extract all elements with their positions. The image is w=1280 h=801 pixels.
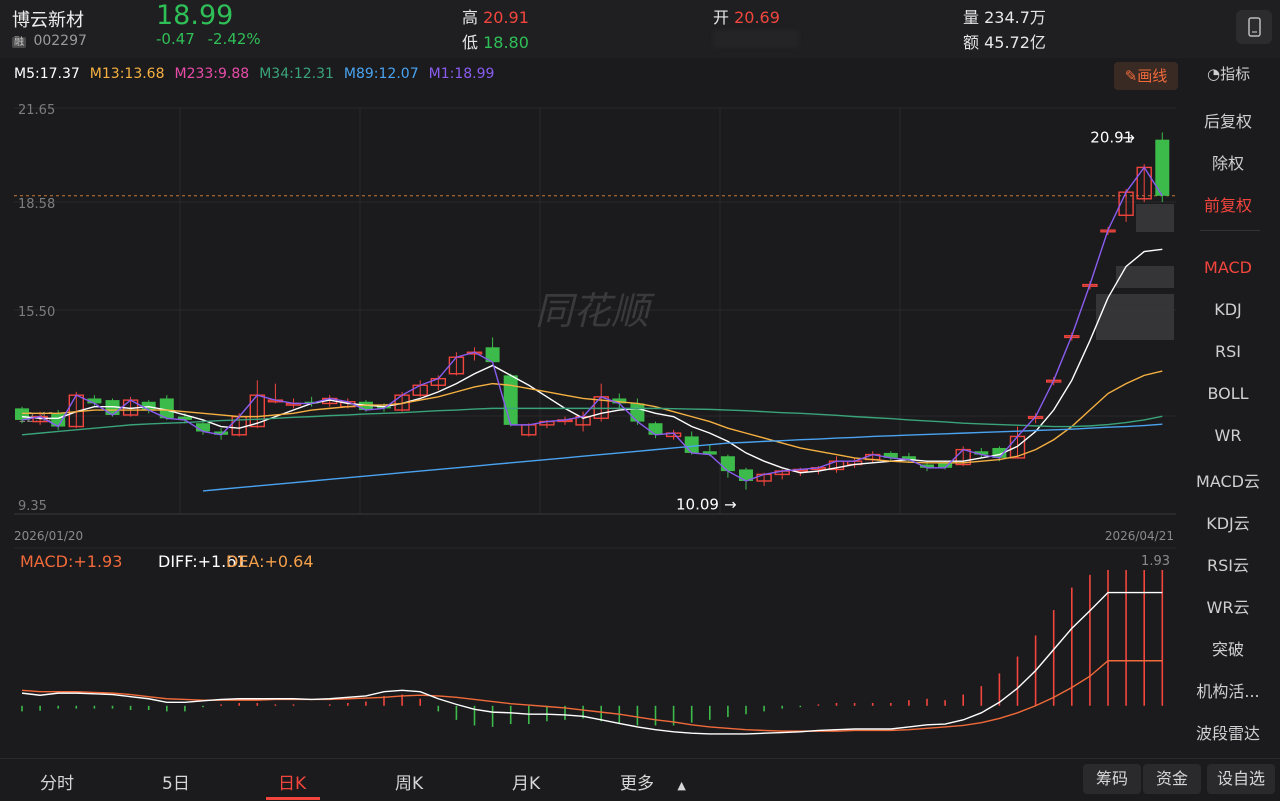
sidebar-item-8[interactable]: MACD云 [1188,468,1268,492]
amount-label: 额 [963,33,980,52]
candle-body [141,401,156,411]
overlay-box [1096,294,1174,340]
price-change: -0.47 -2.42% [156,30,261,48]
tab-daily-k[interactable]: 日K [278,769,306,794]
sidebar-item-1[interactable]: 除权 [1188,150,1268,174]
high-label: 高 [462,8,479,27]
margin-tag: 融 [12,37,26,48]
gauge-icon: ◔ [1207,65,1221,83]
dea-label: DEA:+0.64 [226,552,314,571]
sidebar-item-10[interactable]: RSI云 [1188,552,1268,576]
open-field: 开 20.69 [713,4,780,28]
draw-label: 画线 [1137,67,1168,85]
stock-code-row: 融 002297 [12,33,87,49]
more-label: 更多 [620,774,654,794]
sidebar-item-12[interactable]: 突破 [1188,636,1268,660]
candle-body [196,423,210,432]
indicator-label: 指标 [1220,65,1251,83]
amount-value: 45.72亿 [984,33,1046,52]
candle-body [720,456,735,472]
sidebar-item-3[interactable]: MACD [1188,258,1268,277]
last-price: 18.99 [156,0,234,31]
candle-body [684,436,699,453]
sidebar-item-4[interactable]: KDJ [1188,300,1268,319]
change-value: -0.47 [156,30,195,48]
arrow-right-icon: → [1122,128,1135,146]
open-label: 开 [713,8,730,27]
indicator-sidebar: 后复权除权前复权 MACD KDJ RSI BOLL WR MACD云 KDJ云 RSI云 WR云… [1188,94,1280,750]
sidebar-item-5[interactable]: RSI [1188,342,1268,361]
y-tick-label: 18.58 [18,197,55,212]
kline-chart[interactable]: 21.6518.5815.5012.429.352026/01/20 2026/0… [0,94,1188,754]
ma-legend-item: M5:17.37 [14,66,80,82]
phone-icon [1248,17,1261,37]
candle-body [648,423,663,435]
change-pct: -2.42% [207,30,261,48]
sidebar-divider [1200,230,1260,231]
macd-max-label: 1.93 [1141,554,1170,569]
overlay-box [1136,204,1174,232]
tab-5day[interactable]: 5日 [162,769,190,794]
caret-up-icon: ▲ [677,779,686,792]
ma-legend-item: M1:18.99 [428,66,495,82]
sidebar-item-9[interactable]: KDJ云 [1188,510,1268,534]
low-field: 低 18.80 [462,29,529,53]
volume-label: 量 [963,8,980,27]
diff-line [21,591,1163,735]
sidebar-item-7[interactable]: WR [1188,426,1268,445]
dea-line [21,660,1163,732]
tab-weekly-k[interactable]: 周K [395,769,423,794]
high-field: 高 20.91 [462,4,529,28]
y-tick-label: 9.35 [18,499,47,514]
open-value: 20.69 [734,8,780,27]
indicator-button[interactable]: ◔指标 [1207,63,1250,84]
ma-legend-item: M89:12.07 [343,66,419,82]
chips-button[interactable]: 筹码 [1083,764,1141,794]
stock-name: 博云新材 [12,10,84,31]
watermark: 同花顺 [535,289,655,333]
tab-more[interactable]: 更多 ▲ [620,769,686,794]
landscape-toggle-button[interactable] [1236,10,1272,44]
ma-legend: M5:17.37 M13:13.68 M233:9.88 M34:12.31 M89:1… [14,66,504,82]
draw-line-button[interactable]: ✎画线 [1114,62,1178,90]
sidebar-item-11[interactable]: WR云 [1188,594,1268,618]
ma-legend-item: M34:12.31 [259,66,334,82]
low-label: 低 [462,33,479,52]
y-tick-label: 15.50 [18,305,55,320]
candle-body [15,408,29,420]
tab-intraday[interactable]: 分时 [40,769,74,794]
low-value: 18.80 [483,33,529,52]
blurred-field [713,30,799,48]
min-price-marker: 10.09 [676,496,719,514]
ma-legend-item: M233:9.88 [174,66,250,82]
high-value: 20.91 [483,8,529,27]
x-start-label: 2026/01/20 [14,529,83,543]
add-watchlist-button[interactable]: 设自选 [1207,764,1275,794]
quote-header: 博云新材 融 002297 18.99 -0.47 -2.42% 高 20.91… [0,0,1280,58]
volume-field: 量 234.7万 [963,4,1046,28]
ma-legend-item: M13:13.68 [89,66,165,82]
sidebar-item-0[interactable]: 后复权 [1188,108,1268,132]
candle-body [630,403,645,422]
macd-label: MACD:+1.93 [20,552,122,571]
ma-line-m5 [21,248,1163,474]
candle-body [503,375,518,425]
amount-field: 额 45.72亿 [963,29,1046,53]
x-end-label: 2026/04/21 [1105,529,1174,543]
arrow-right-icon: → [724,496,737,514]
pencil-icon: ✎ [1124,67,1138,85]
stock-code: 002297 [33,33,87,49]
sidebar-item-6[interactable]: BOLL [1188,384,1268,403]
volume-value: 234.7万 [984,8,1046,27]
y-tick-label: 21.65 [18,103,55,118]
sidebar-item-13[interactable]: 机构活... [1188,678,1268,702]
tab-monthly-k[interactable]: 月K [512,769,540,794]
sidebar-item-14[interactable]: 波段雷达 [1188,720,1268,744]
funds-button[interactable]: 资金 [1143,764,1201,794]
sidebar-item-2[interactable]: 前复权 [1188,192,1268,216]
